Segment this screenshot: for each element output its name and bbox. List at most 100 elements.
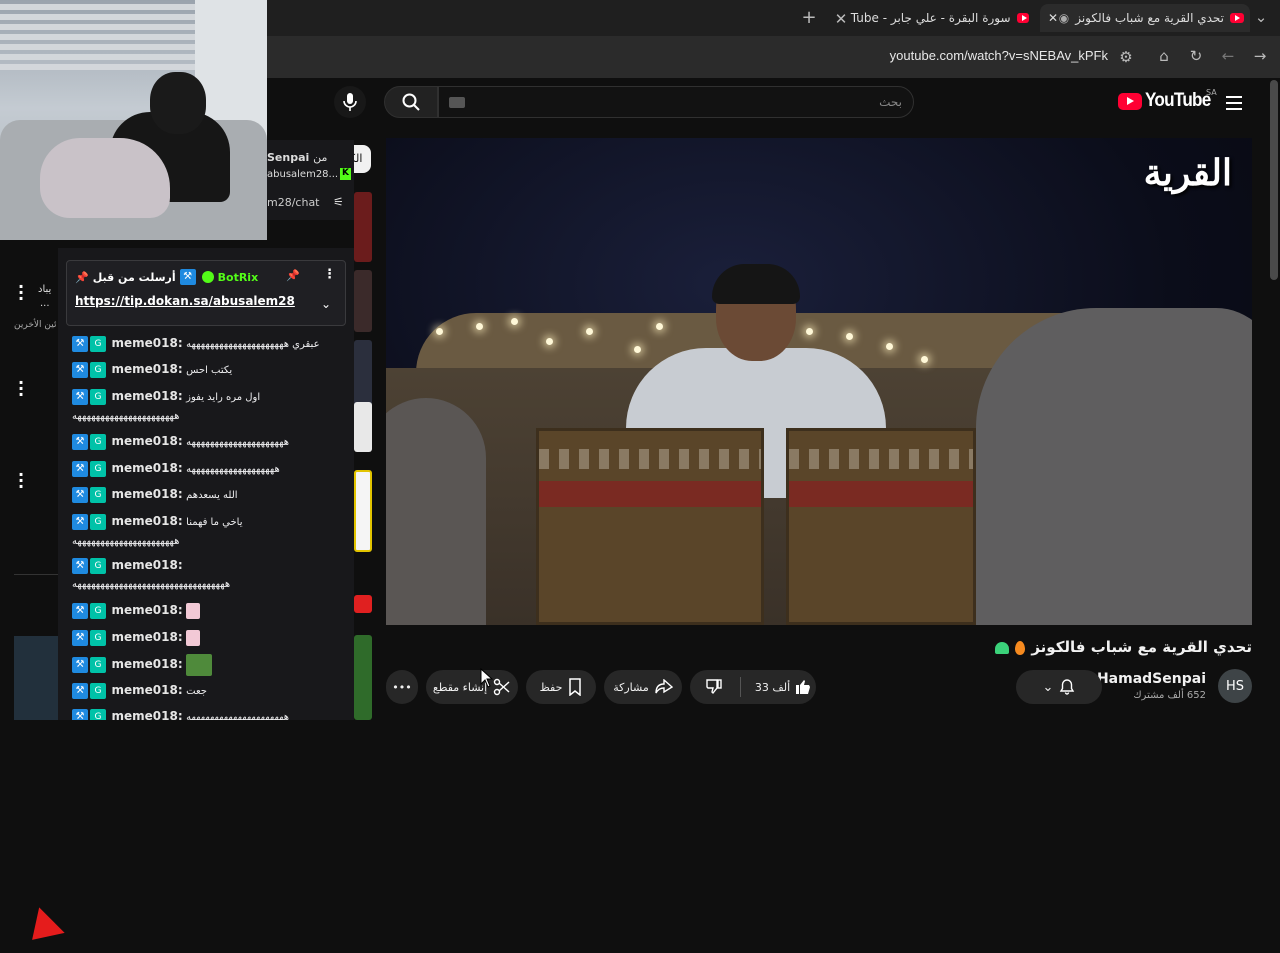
menu-icon[interactable] (1226, 96, 1242, 114)
more-actions-button[interactable]: ••• (386, 670, 418, 704)
video-overlay-title: القرية (1143, 152, 1232, 194)
subscribe-notifications-button[interactable]: ⌄ (1016, 670, 1102, 704)
youtube-logo[interactable]: YouTube (1118, 90, 1218, 112)
youtube-favicon-icon (1230, 13, 1244, 23)
youtube-play-icon (1118, 92, 1142, 110)
video-title: تحدي القرية مع شباب فالكونز (989, 638, 1252, 656)
thumbs-up-icon (796, 680, 811, 694)
related-thumbnail[interactable] (354, 470, 372, 552)
tip-link[interactable]: https://tip.dokan.sa/abusalem28 (75, 294, 295, 308)
snippet-text: ... (40, 298, 50, 309)
tab-active[interactable]: تحدي القرية مع شباب فالكونز ◉ ✕ (1040, 4, 1250, 32)
chat-path: m28/chat (267, 196, 320, 209)
sub-badge-icon: G (90, 603, 106, 619)
related-videos-strip (354, 140, 372, 720)
tab-title: سورة البقرة - علي جابر - YouTube (850, 11, 1011, 25)
more-options-icon[interactable]: · · · (14, 467, 28, 495)
tab-inactive[interactable]: سورة البقرة - علي جابر - YouTube (850, 4, 1035, 32)
sub-badge-icon: G (90, 336, 106, 352)
settings-sliders-icon[interactable]: ⚟ (333, 195, 344, 209)
search-input[interactable] (438, 86, 914, 118)
webcam-overlay (0, 0, 267, 240)
emote-icon (186, 654, 213, 676)
pinned-header: 📌 أرسلت من قبل ⚒ BotRix (75, 269, 259, 285)
logo-text: YouTube (1145, 90, 1211, 111)
mod-badge-icon: ⚒ (72, 683, 88, 699)
related-thumbnail[interactable] (354, 192, 372, 262)
sub-badge-icon: G (90, 558, 106, 574)
mod-badge-icon: ⚒ (179, 269, 196, 285)
left-page-remnant: يباد ... ئين الأخرين · · · · · · · · · (0, 240, 65, 953)
chevron-down-icon[interactable]: ⌄ (321, 297, 331, 311)
clip-button[interactable]: إنشاء مقطع (426, 670, 518, 704)
mod-badge-icon: ⚒ (72, 709, 88, 720)
mod-badge-icon: ⚒ (72, 487, 88, 503)
search-placeholder: بحث (879, 95, 902, 109)
chat-header-channel: abusalem28... (267, 169, 339, 180)
emote-icon (186, 630, 201, 646)
mod-badge-icon: ⚒ (72, 657, 88, 673)
page-scrollbar[interactable] (1270, 80, 1278, 280)
mic-icon (343, 93, 357, 111)
chat-header: Senpai من abusalem28... K m28/chat ⚟ (267, 140, 354, 220)
related-thumbnail[interactable] (354, 595, 372, 613)
url-field[interactable]: youtube.com/watch?v=sNEBAv_kPFk (890, 48, 1108, 63)
dislike-button[interactable] (694, 677, 734, 698)
share-icon (655, 679, 673, 694)
thumbnail[interactable] (14, 636, 58, 720)
mod-badge-icon: ⚒ (72, 434, 88, 450)
verified-icon (201, 271, 214, 283)
new-tab-button[interactable]: + (798, 7, 820, 28)
youtube-favicon-icon (1016, 13, 1029, 23)
tab-close-icon[interactable]: ✕ (1048, 11, 1058, 25)
mod-badge-icon: ⚒ (72, 461, 88, 477)
chat-message: ⚒ G meme018: (72, 628, 348, 647)
divider (14, 574, 58, 575)
tab-list-chevron-icon[interactable]: ⌄ (1250, 8, 1272, 26)
pinned-message[interactable]: 📌 أرسلت من قبل ⚒ BotRix 📌 ⋮ https://tip.… (66, 260, 346, 326)
chat-message: ⚒ G meme018: (72, 601, 348, 620)
video-player[interactable]: القرية (386, 138, 1252, 625)
thumbs-down-icon (706, 678, 722, 694)
green-heart-icon (995, 641, 1010, 654)
tab-close-icon[interactable]: ✕ (830, 10, 852, 28)
forward-icon[interactable]: → (1249, 47, 1271, 65)
voice-search-button[interactable] (334, 86, 366, 118)
tab-title: تحدي القرية مع شباب فالكونز (1075, 11, 1224, 25)
related-thumbnail[interactable] (354, 635, 372, 720)
red-arrow-icon (19, 907, 65, 953)
mod-badge-icon: ⚒ (72, 514, 88, 530)
chat-message: ⚒ G meme018: هههههههههههههههههههه (72, 459, 348, 479)
home-icon[interactable]: ⌂ (1153, 47, 1175, 65)
sub-badge-icon: G (90, 630, 106, 646)
site-settings-icon[interactable]: ⚙ (1115, 48, 1137, 66)
sub-badge-icon: G (90, 434, 106, 450)
mod-badge-icon: ⚒ (72, 558, 88, 574)
chat-message: ⚒ G meme018: ياخي ما فهمنا ههههههههههههههه… (72, 514, 243, 547)
chat-header-user: Senpai من (267, 151, 328, 164)
related-thumbnail[interactable] (354, 402, 372, 452)
reload-icon[interactable]: ↻ (1185, 47, 1207, 65)
more-options-icon[interactable]: · · · (14, 375, 28, 403)
chevron-down-icon: ⌄ (1042, 679, 1054, 695)
channel-avatar[interactable]: HS (1218, 669, 1252, 703)
unpin-icon[interactable]: 📌 (286, 269, 300, 282)
more-options-icon[interactable]: · · · (14, 279, 28, 307)
chat-message: ⚒ G meme018: اول مره رايد يفوز ههههههههههه… (72, 389, 261, 422)
back-icon[interactable]: ← (1217, 47, 1239, 65)
mod-badge-icon: ⚒ (72, 389, 88, 405)
chat-message: ⚒ G meme018: (72, 654, 348, 676)
region-code: SA (1206, 88, 1217, 97)
emote-icon (186, 603, 201, 619)
share-button[interactable]: مشاركة (604, 670, 682, 704)
more-options-icon[interactable]: ⋮ (323, 267, 336, 282)
search-button[interactable] (384, 86, 438, 118)
search-icon (402, 93, 420, 111)
like-button[interactable]: 33 ألف (747, 678, 812, 696)
related-thumbnail[interactable] (354, 270, 372, 332)
audio-icon: ◉ (1058, 11, 1070, 25)
save-button[interactable]: حفظ (526, 670, 596, 704)
related-thumbnail[interactable] (354, 340, 372, 410)
chat-message: ⚒ G meme018: هههههههههههههههههههههه (72, 432, 348, 452)
keyboard-icon[interactable] (449, 97, 465, 108)
